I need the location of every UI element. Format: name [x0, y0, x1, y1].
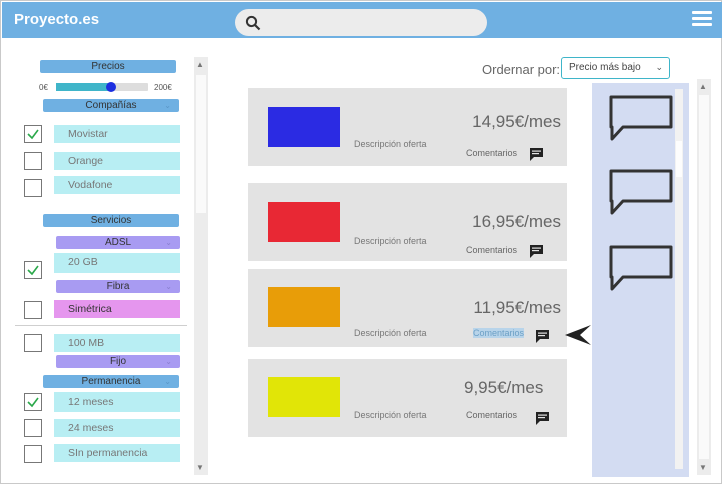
top-bar: Proyecto.es — [2, 2, 722, 38]
comments-panel-scrollbar[interactable] — [675, 89, 683, 469]
option-vodafone[interactable]: Vodafone — [54, 176, 180, 194]
permanence-title: Permanencia — [81, 376, 141, 387]
chevron-down-icon: ⌄ — [165, 357, 172, 366]
price-filter-title: Precios — [40, 60, 176, 73]
fibra-title: Fibra — [106, 281, 130, 292]
app-window: Proyecto.es Precios 0€ 200€ Compañías ⌄ … — [0, 0, 722, 484]
check-icon — [27, 129, 39, 140]
price-slider[interactable] — [56, 82, 148, 92]
chevron-down-icon: ⌄ — [655, 62, 663, 72]
offer-description: Descripción oferta — [354, 236, 427, 246]
sort-selected-value: Precio más bajo — [569, 62, 641, 73]
option-12-meses[interactable]: 12 meses — [54, 392, 180, 412]
checkbox-movistar[interactable] — [24, 125, 42, 143]
sort-select[interactable]: Precio más bajo ⌄ — [561, 57, 670, 79]
option-sin-permanencia[interactable]: SIn permanencia — [54, 444, 180, 462]
offer-description: Descripción oferta — [354, 410, 427, 420]
chevron-down-icon: ⌄ — [165, 238, 172, 247]
offer-card[interactable]: Descripción oferta 14,95€/mes Comentario… — [248, 88, 567, 166]
checkbox-24-meses[interactable] — [24, 419, 42, 437]
chevron-down-icon: ⌄ — [164, 101, 171, 110]
offer-price: 9,95€/mes — [464, 378, 544, 397]
speech-bubble-icon[interactable] — [609, 169, 673, 215]
speech-bubble-icon[interactable] — [609, 245, 673, 291]
price-min-label: 0€ — [39, 83, 48, 92]
comment-icon[interactable] — [529, 244, 545, 259]
checkbox-orange[interactable] — [24, 152, 42, 170]
services-filter-title: Servicios — [43, 214, 179, 227]
check-icon — [27, 265, 39, 276]
chevron-down-icon: ⌄ — [165, 282, 172, 291]
price-slider-fill — [56, 83, 112, 91]
scroll-up-arrow-icon[interactable]: ▲ — [699, 82, 707, 91]
arrow-pointer-icon — [565, 325, 591, 345]
checkbox-vodafone[interactable] — [24, 179, 42, 197]
adsl-title: ADSL — [104, 237, 132, 248]
scroll-down-arrow-icon[interactable]: ▼ — [699, 463, 707, 472]
chevron-down-icon: ⌄ — [164, 377, 171, 386]
comments-link[interactable]: Comentarios — [466, 245, 517, 255]
offer-card[interactable]: Descripción oferta 16,95€/mes Comentario… — [248, 183, 567, 261]
option-orange[interactable]: Orange — [54, 152, 180, 170]
comments-link[interactable]: Comentarios — [466, 148, 517, 158]
comments-panel — [592, 83, 689, 477]
checkbox-12-meses[interactable] — [24, 393, 42, 411]
option-movistar[interactable]: Movistar — [54, 125, 180, 143]
comments-link[interactable]: Comentarios — [466, 410, 517, 420]
sidebar-scrollbar[interactable]: ▲ ▼ — [194, 57, 208, 475]
comment-icon[interactable] — [529, 147, 545, 162]
option-20gb[interactable]: 20 GB — [54, 253, 180, 273]
scroll-down-arrow-icon[interactable]: ▼ — [196, 463, 204, 472]
offer-image — [268, 202, 340, 242]
companies-title: Compañías — [85, 100, 137, 111]
offer-image — [268, 377, 340, 417]
speech-bubble-icon[interactable] — [609, 95, 673, 141]
fibra-dropdown[interactable]: Fibra ⌄ — [56, 280, 180, 293]
comments-link[interactable]: Comentarios — [473, 328, 525, 338]
checkbox-sin-permanencia[interactable] — [24, 445, 42, 463]
fijo-title: Fijo — [109, 356, 127, 367]
checkbox-simetrica[interactable] — [24, 301, 42, 319]
fijo-dropdown[interactable]: Fijo ⌄ — [56, 355, 180, 368]
offer-image — [268, 287, 340, 327]
offer-card[interactable]: Descripción oferta 11,95€/mes Comentario… — [248, 269, 567, 347]
search-icon — [245, 15, 261, 31]
brand-logo[interactable]: Proyecto.es — [14, 11, 99, 28]
checkbox-20gb[interactable] — [24, 261, 42, 279]
offer-price: 11,95€/mes — [473, 298, 561, 317]
price-slider-handle[interactable] — [106, 82, 117, 92]
hamburger-menu-icon[interactable] — [692, 11, 712, 29]
offer-image — [268, 107, 340, 147]
permanence-dropdown[interactable]: Permanencia ⌄ — [43, 375, 179, 388]
offer-description: Descripción oferta — [354, 139, 427, 149]
adsl-dropdown[interactable]: ADSL ⌄ — [56, 236, 180, 249]
option-simetrica[interactable]: Simétrica — [54, 300, 180, 318]
offer-price: 14,95€/mes — [472, 112, 561, 131]
check-icon — [27, 397, 39, 408]
scroll-up-arrow-icon[interactable]: ▲ — [196, 60, 204, 69]
offer-card[interactable]: Descripción oferta 9,95€/mes Comentarios — [248, 359, 567, 437]
main-scrollbar-thumb[interactable] — [699, 95, 709, 459]
comment-icon[interactable] — [535, 411, 551, 426]
comment-icon[interactable] — [535, 329, 551, 344]
companies-dropdown[interactable]: Compañías ⌄ — [43, 99, 179, 112]
divider — [15, 325, 187, 326]
price-max-label: 200€ — [154, 83, 172, 92]
sort-label: Ordernar por: — [482, 62, 561, 77]
option-100mb[interactable]: 100 MB — [54, 334, 180, 352]
sidebar-scrollbar-thumb[interactable] — [196, 75, 206, 213]
offer-description: Descripción oferta — [354, 328, 427, 338]
main-scrollbar[interactable]: ▲ ▼ — [697, 79, 711, 475]
checkbox-100mb[interactable] — [24, 334, 42, 352]
comments-panel-scrollbar-thumb[interactable] — [676, 141, 682, 177]
search-input[interactable] — [235, 9, 487, 36]
option-24-meses[interactable]: 24 meses — [54, 419, 180, 437]
offer-price: 16,95€/mes — [472, 212, 561, 231]
